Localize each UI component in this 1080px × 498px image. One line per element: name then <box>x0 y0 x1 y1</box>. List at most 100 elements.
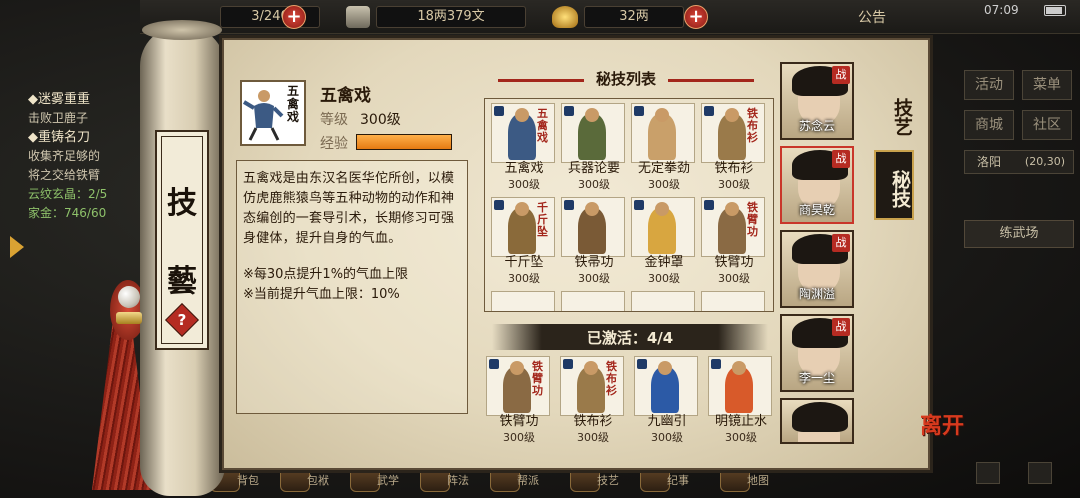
mall-button[interactable]: 商城 <box>964 110 1014 140</box>
mini-button[interactable] <box>976 462 1000 484</box>
notice-button[interactable]: 公告 <box>858 7 886 27</box>
character-card[interactable]: 战陶渊溢 <box>780 230 854 308</box>
active-skill-item[interactable]: 铁臂功 铁臂功 300级 <box>486 356 552 445</box>
character-card[interactable]: 战李一尘 <box>780 314 854 392</box>
skill-list-item-partial[interactable] <box>631 291 697 311</box>
skill-name: 无定拳劲 <box>637 161 690 176</box>
skill-art-icon <box>631 197 695 257</box>
skill-list-item[interactable]: 铁布衫 铁布衫 300级 <box>701 103 767 192</box>
character-name: 苏念云 <box>798 119 835 133</box>
skill-list-item[interactable]: 千斤坠 千斤坠 300级 <box>491 197 557 286</box>
skill-art-icon: 五禽戏 <box>491 103 555 163</box>
training-ground-button[interactable]: 练武场 <box>964 220 1074 248</box>
character-card[interactable]: 战商昊乾 <box>780 146 854 224</box>
skill-list-item[interactable]: 铁臂功 铁臂功 300级 <box>701 197 767 286</box>
jade-bead-decoration <box>118 286 140 308</box>
active-skill-item[interactable]: 铁布衫 铁布衫 300级 <box>560 356 626 445</box>
location-display: 洛阳 (20,30) <box>964 150 1074 174</box>
skill-note-line: ※当前提升气血上限：10% <box>243 287 400 302</box>
tab-skill-art[interactable]: 技艺 <box>874 82 914 146</box>
skill-calligraphy: 铁布衫 <box>747 107 758 144</box>
character-name: 李一尘 <box>798 371 835 385</box>
skill-list-item[interactable]: 五禽戏 五禽戏 300级 <box>491 103 557 192</box>
skill-name: 铁臂功 <box>714 255 754 270</box>
skill-type-icon <box>634 200 644 210</box>
skill-calligraphy: 千斤坠 <box>537 201 548 238</box>
skill-art-icon: 铁布衫 <box>560 356 624 416</box>
character-card[interactable]: 战苏念云 <box>780 62 854 140</box>
quest-title: ◆重铸名刀 <box>28 130 90 145</box>
character-name: 陶渊溢 <box>798 287 835 301</box>
skill-list-item[interactable]: 无定拳劲 300级 <box>631 103 697 192</box>
character-name: 商昊乾 <box>798 203 835 217</box>
add-gold-button[interactable]: + <box>684 5 708 29</box>
figure-head <box>585 108 599 122</box>
skill-list-item-partial[interactable] <box>701 291 767 311</box>
character-card[interactable] <box>780 398 854 444</box>
active-skill-item[interactable]: 九幽引 300级 <box>634 356 700 445</box>
quest-progress: 家金：746/60 <box>28 206 107 220</box>
gold-ingot-icon <box>552 6 578 28</box>
skill-list[interactable]: 五禽戏 五禽戏 300级 兵器论要 300级 无定拳劲 300级 铁布衫 铁布衫 300级 千斤坠千… <box>484 98 774 312</box>
skill-level: 300级 <box>718 178 750 191</box>
tab-secret-skill[interactable]: 秘技 <box>874 150 914 220</box>
help-label: ? <box>177 311 187 329</box>
character-hair <box>792 402 848 432</box>
active-skill-item[interactable]: 明镜止水 300级 <box>708 356 774 445</box>
panel-title-char: 藝 <box>167 264 197 299</box>
exp-bar-fill <box>357 135 451 149</box>
menu-button[interactable]: 菜单 <box>1022 70 1072 100</box>
panel-title-char: 技 <box>167 186 197 221</box>
skill-list-item[interactable]: 铁帚功 300级 <box>561 197 627 286</box>
skill-art-icon: 千斤坠 <box>491 197 555 257</box>
skill-calligraphy: 铁布衫 <box>606 360 617 397</box>
nav-label: 地图 <box>747 474 769 487</box>
quest-desc: 收集齐足够的 <box>28 149 101 163</box>
leave-button[interactable]: 离开 <box>920 415 964 460</box>
skill-art-icon <box>631 291 695 311</box>
nav-label: 纪事 <box>667 474 689 487</box>
silver-amount: 18两379文 <box>376 6 526 28</box>
activity-button[interactable]: 活动 <box>964 70 1014 100</box>
skill-level: 300级 <box>725 431 757 444</box>
skill-name: 五禽戏 <box>504 161 544 176</box>
skill-list-item[interactable]: 金钟罩 300级 <box>631 197 697 286</box>
skill-type-icon <box>563 359 573 369</box>
skill-art-icon <box>561 197 625 257</box>
skill-name: 铁帚功 <box>574 255 614 270</box>
quest-tracker[interactable]: ◆迷雾重重 击败卫鹿子 ◆重铸名刀 收集齐足够的 将之交给铁臂 云纹玄晶：2/5… <box>28 90 148 223</box>
figure-head <box>584 361 598 375</box>
community-button[interactable]: 社区 <box>1022 110 1072 140</box>
figure-head <box>658 361 672 375</box>
top-resource-bar: 3/240 + 18两379文 32两 + <box>140 0 1080 34</box>
active-count: 已激活：4/4 <box>586 329 674 347</box>
skill-art-icon <box>561 103 625 163</box>
add-inventory-button[interactable]: + <box>282 5 306 29</box>
skill-list-item[interactable]: 兵器论要 300级 <box>561 103 627 192</box>
header-divider <box>498 79 584 82</box>
skill-name: 金钟罩 <box>644 255 684 270</box>
skill-name: 五禽戏 <box>320 86 371 106</box>
gold-amount: 32两 <box>584 6 684 28</box>
mini-button[interactable] <box>1028 462 1052 484</box>
skill-type-icon <box>564 200 574 210</box>
nav-label: 技艺 <box>597 474 619 487</box>
scroll-roller-cap <box>142 20 222 40</box>
exp-bar <box>356 134 452 150</box>
skill-art-icon: 铁臂功 <box>701 197 765 257</box>
skill-note-line: ※每30点提升1%的气血上限 <box>243 267 409 282</box>
nav-label: 阵法 <box>447 474 469 487</box>
level-label: 等级 <box>320 112 348 128</box>
nav-label: 帮派 <box>517 474 539 487</box>
skill-name: 铁布衫 <box>573 414 613 429</box>
skill-list-item-partial[interactable] <box>491 291 557 311</box>
skill-level: 300级 <box>578 178 610 191</box>
nav-label: 背包 <box>237 474 259 487</box>
skill-list-item-partial[interactable] <box>561 291 627 311</box>
skill-type-icon <box>494 106 504 116</box>
gold-ring-decoration <box>116 312 142 324</box>
skill-type-icon <box>711 359 721 369</box>
figure-head <box>515 108 529 122</box>
battery-icon <box>1044 5 1066 16</box>
skill-art-icon <box>634 356 698 416</box>
